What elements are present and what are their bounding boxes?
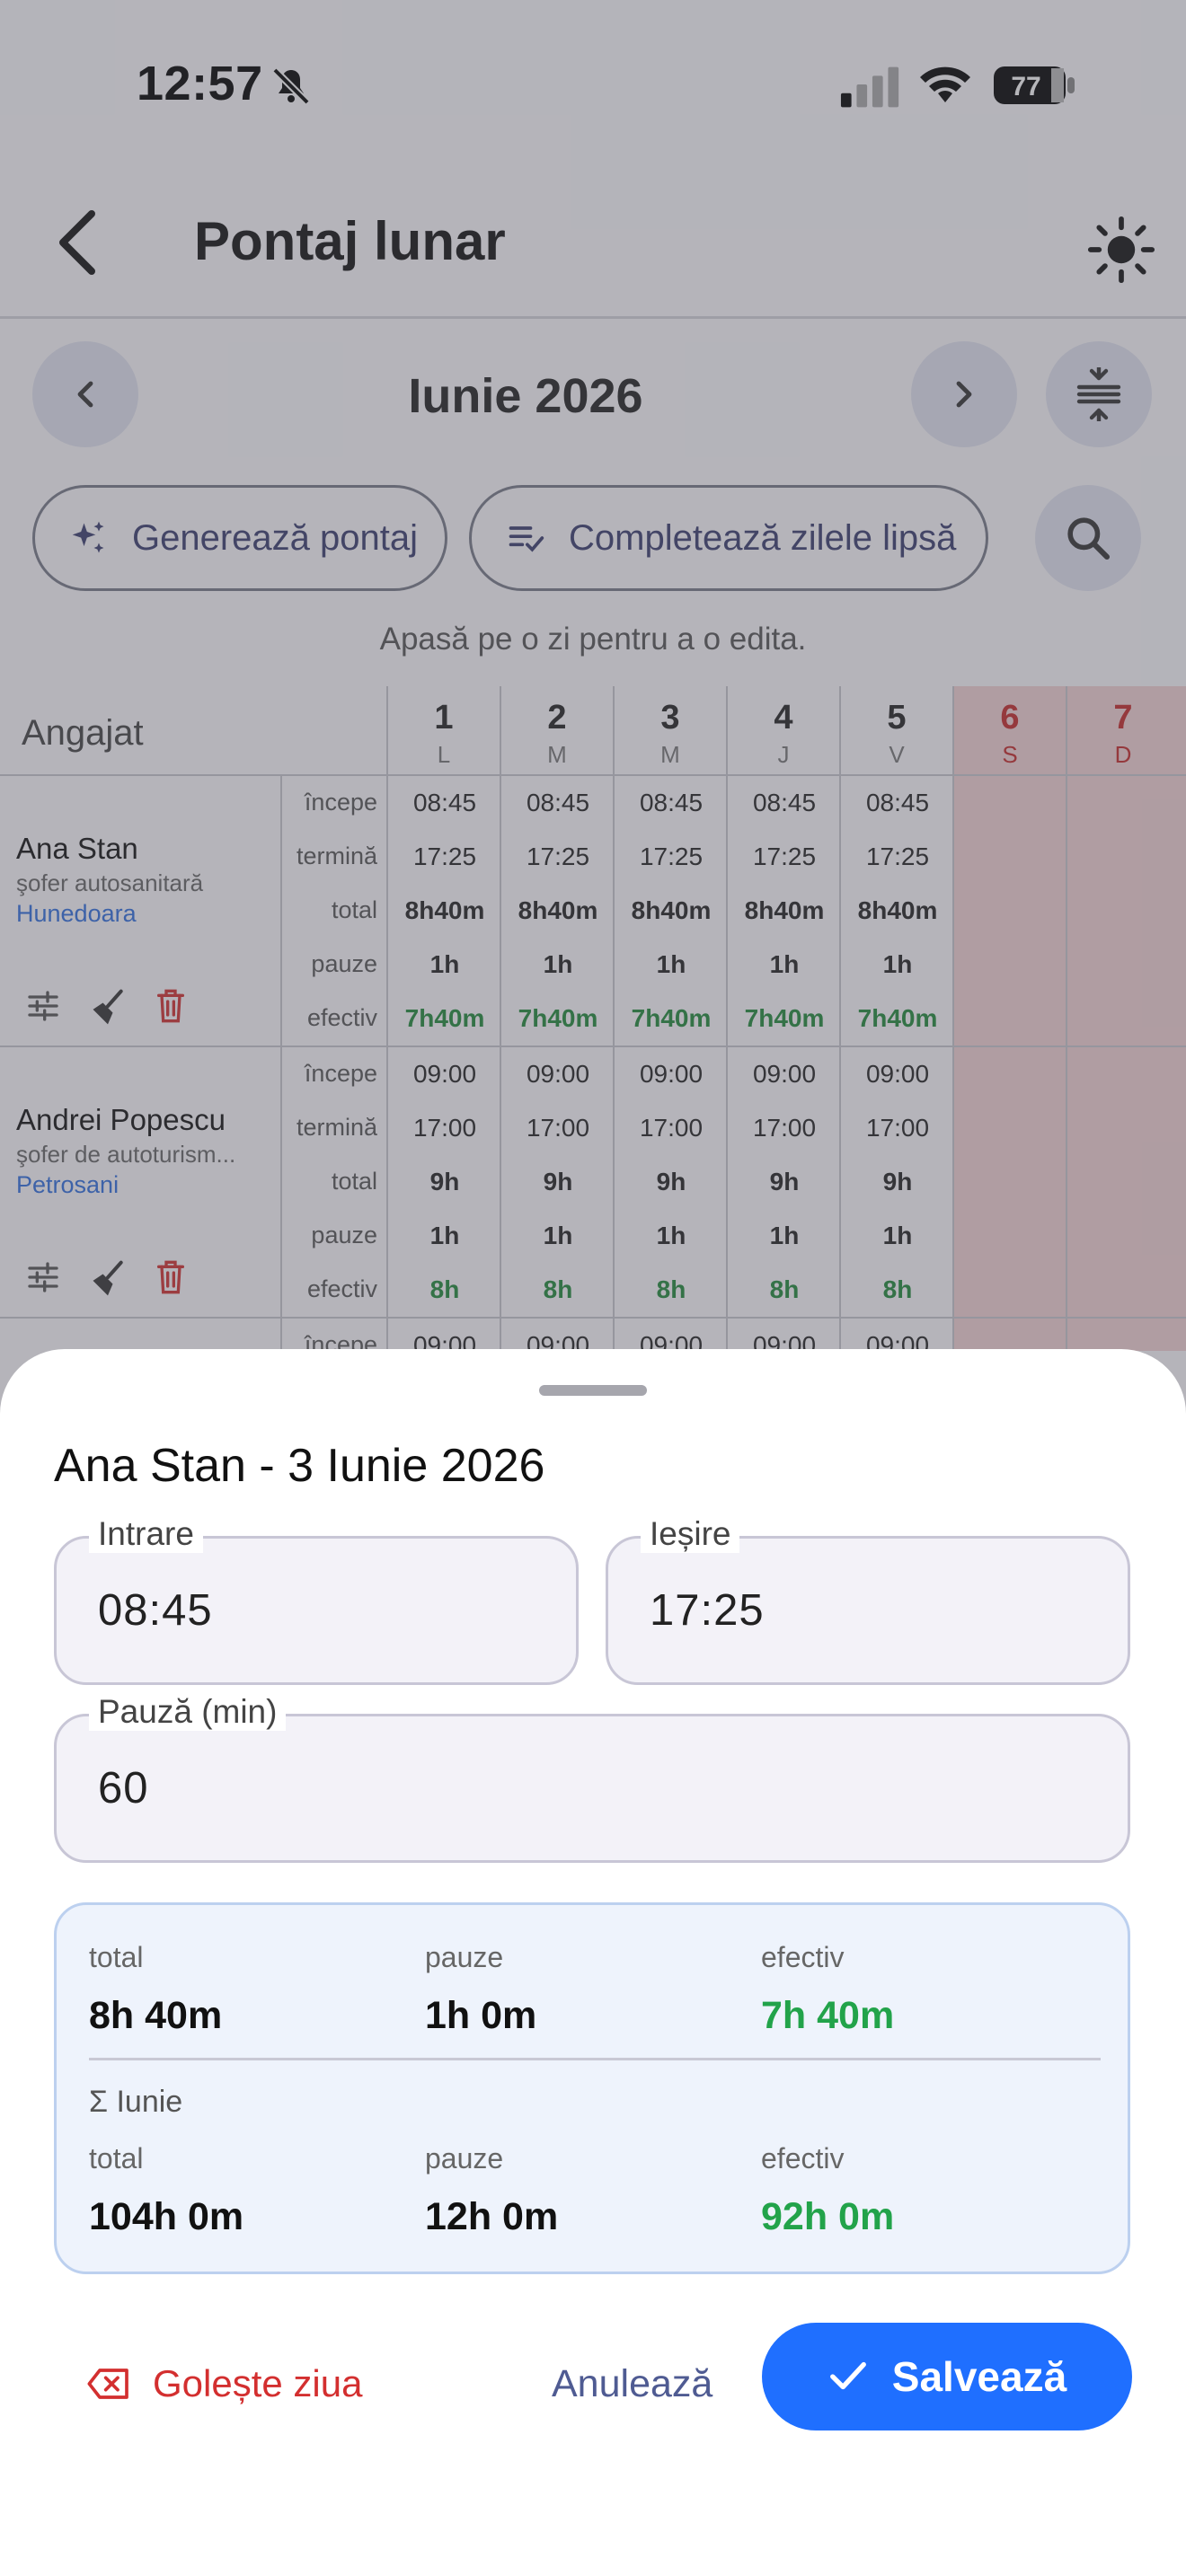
check-icon xyxy=(829,2361,866,2390)
month-summary-label: Σ Iunie xyxy=(89,2085,183,2119)
pause-minutes-field[interactable]: Pauză (min) 60 xyxy=(54,1693,1130,1863)
backspace-icon xyxy=(87,2369,128,2399)
clear-day-label: Golește ziua xyxy=(153,2362,363,2404)
hours-summary: total 8h 40m pauze 1h 0m efectiv 7h 40m … xyxy=(54,1902,1130,2274)
pause-minutes-label: Pauză (min) xyxy=(89,1693,287,1731)
month-effective-label: efectiv xyxy=(761,2142,845,2175)
save-button[interactable]: Salvează xyxy=(762,2323,1132,2430)
day-pauses: pauze 1h 0m xyxy=(425,1941,536,2038)
day-effective-value: 7h 40m xyxy=(761,1994,895,2037)
exit-time-label: Ieșire xyxy=(641,1515,740,1553)
day-pauses-value: 1h 0m xyxy=(425,1994,537,2037)
day-total: total 8h 40m xyxy=(89,1941,222,2038)
day-total-label: total xyxy=(89,1941,144,1973)
month-total-value: 104h 0m xyxy=(89,2195,244,2238)
month-pauses-value: 12h 0m xyxy=(425,2195,559,2238)
entry-time-label: Intrare xyxy=(89,1515,203,1553)
entry-time-value: 08:45 xyxy=(98,1586,213,1635)
month-effective-value: 92h 0m xyxy=(761,2195,895,2238)
exit-time-value: 17:25 xyxy=(650,1586,765,1635)
edit-day-sheet: Ana Stan - 3 Iunie 2026 Intrare 08:45 Ie… xyxy=(0,1349,1186,2576)
clear-day-button[interactable]: Golește ziua xyxy=(86,2348,362,2420)
month-total: total 104h 0m xyxy=(89,2142,243,2239)
summary-divider xyxy=(89,2058,1101,2060)
day-effective-label: efectiv xyxy=(761,1941,845,1973)
cancel-button[interactable]: Anulează xyxy=(552,2348,712,2420)
cancel-label: Anulează xyxy=(552,2361,713,2405)
save-label: Salvează xyxy=(891,2353,1067,2400)
sheet-title: Ana Stan - 3 Iunie 2026 xyxy=(54,1440,545,1492)
drag-handle[interactable] xyxy=(539,1385,647,1396)
month-total-label: total xyxy=(89,2142,144,2175)
day-pauses-label: pauze xyxy=(425,1941,504,1973)
entry-time-field[interactable]: Intrare 08:45 xyxy=(54,1515,579,1685)
day-total-value: 8h 40m xyxy=(89,1994,223,2037)
pause-minutes-value: 60 xyxy=(98,1764,149,1813)
month-pauses-label: pauze xyxy=(425,2142,504,2175)
month-effective: efectiv 92h 0m xyxy=(761,2142,894,2239)
month-pauses: pauze 12h 0m xyxy=(425,2142,558,2239)
exit-time-field[interactable]: Ieșire 17:25 xyxy=(606,1515,1130,1685)
day-effective: efectiv 7h 40m xyxy=(761,1941,894,2038)
